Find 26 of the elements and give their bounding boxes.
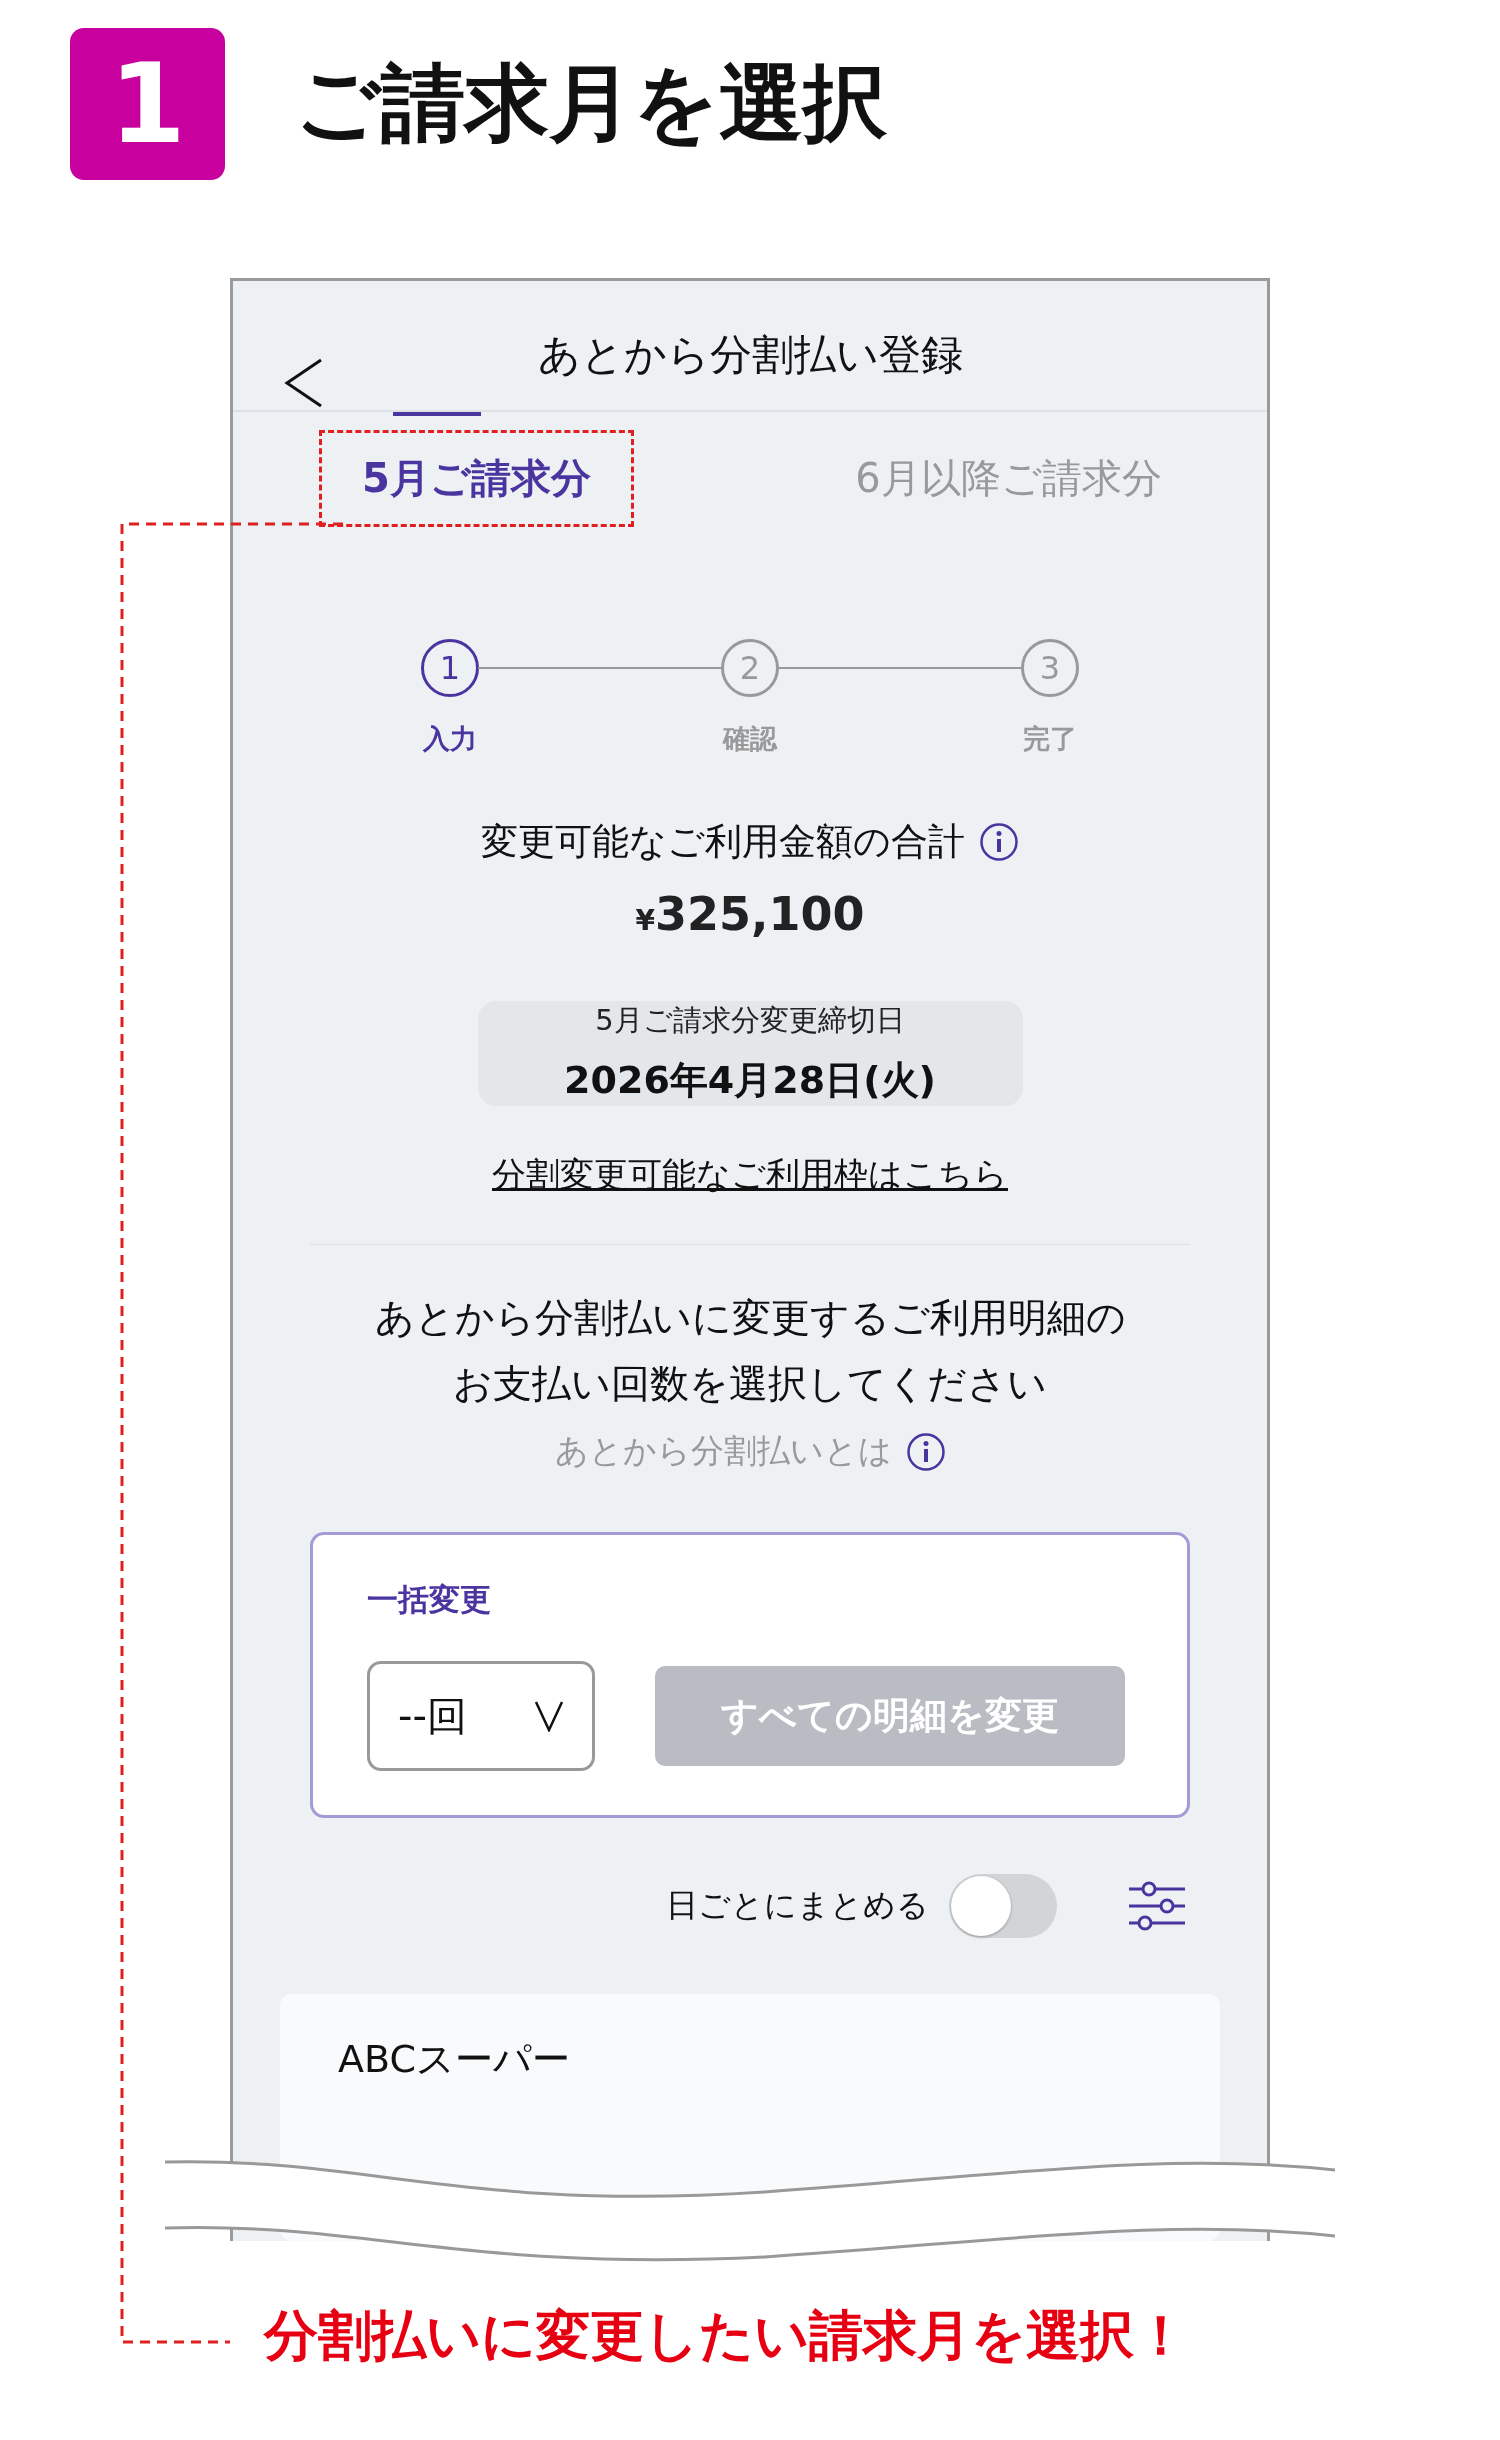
info-icon[interactable] — [979, 821, 1019, 862]
step-circle: 3 — [1021, 638, 1079, 697]
annotation-text: 分割払いに変更したい請求月を選択！ — [264, 2303, 1188, 2369]
step-label: 完了 — [1023, 721, 1077, 756]
instruction-text: お支払い回数を選択してください — [452, 1360, 1048, 1409]
step-label: 確認 — [723, 721, 777, 756]
limit-link[interactable]: 分割変更可能なご利用枠はこちら — [492, 1151, 1008, 1198]
bulk-change-title: 一括変更 — [367, 1580, 492, 1620]
step-heading: ご請求月を選択 — [295, 53, 887, 154]
screen-title: あとから分割払い登録 — [537, 329, 963, 382]
step-circle: 1 — [421, 638, 479, 697]
deadline-date: 2026年4月28日(火) — [564, 1056, 936, 1104]
merchant-name: ABCスーパー — [338, 2036, 571, 2084]
installments-select[interactable]: --回 — [367, 1661, 595, 1772]
step-number-badge: 1 — [70, 28, 225, 180]
deadline-label: 5月ご請求分変更締切日 — [595, 1001, 905, 1039]
group-by-day-label: 日ごとにまとめる — [666, 1885, 929, 1927]
total-label: 変更可能なご利用金額の合計 — [481, 818, 965, 865]
info-icon[interactable] — [905, 1431, 946, 1472]
step-circle: 2 — [721, 638, 779, 697]
instruction-text: あとから分割払いに変更するご利用明細の — [374, 1294, 1126, 1343]
step-label: 入力 — [423, 721, 477, 756]
caret-icon — [534, 1700, 564, 1733]
month-tab[interactable]: 5月ご請求分 — [362, 450, 591, 506]
filter-icon[interactable] — [1127, 1881, 1187, 1932]
total-amount: ¥325,100 — [635, 886, 865, 941]
